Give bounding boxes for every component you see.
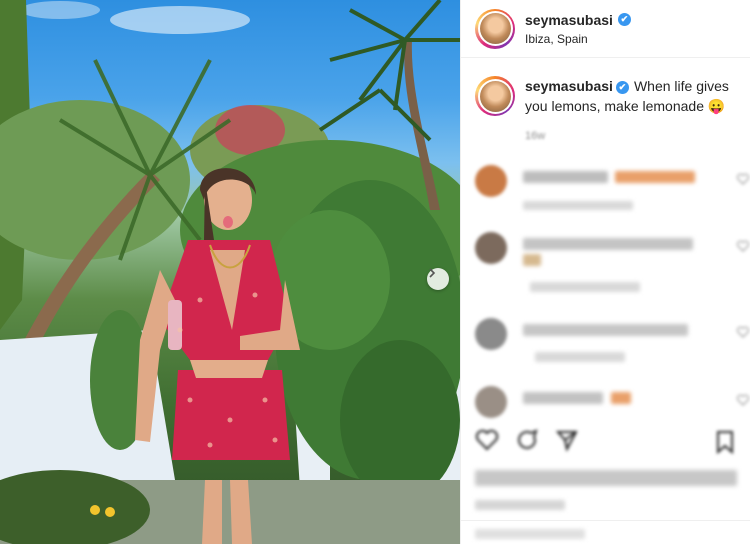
caption-username-link[interactable]: seymasubasi xyxy=(525,78,613,94)
heart-icon[interactable] xyxy=(737,326,749,338)
commenter-avatar[interactable] xyxy=(475,318,507,350)
post-header: seymasubasi ✔ Ibiza, Spain xyxy=(461,0,750,58)
photo-scene xyxy=(0,0,460,544)
comment-placeholder-blurred xyxy=(475,529,585,539)
comment-username-blurred[interactable] xyxy=(523,171,608,183)
caption: seymasubasi ✔ When life gives you lemons, … xyxy=(461,58,750,116)
comment-meta-blurred xyxy=(535,352,625,362)
add-comment-field[interactable] xyxy=(461,520,750,544)
verified-badge-icon: ✔ xyxy=(617,13,631,26)
comment-text-blurred xyxy=(615,171,695,183)
carousel-next-button[interactable] xyxy=(427,268,449,290)
post-actions xyxy=(475,428,579,452)
avatar[interactable] xyxy=(475,8,515,49)
comment-item xyxy=(475,318,750,368)
caption-time: 16w xyxy=(525,130,546,142)
commenter-avatar[interactable] xyxy=(475,165,507,197)
post-side-panel: seymasubasi ✔ Ibiza, Spain seymasubasi ✔ W… xyxy=(460,0,750,544)
heart-icon[interactable] xyxy=(737,173,749,185)
comment-item xyxy=(475,165,750,215)
commenter-avatar[interactable] xyxy=(475,386,507,418)
heart-icon[interactable] xyxy=(737,394,749,406)
comment-text-blurred xyxy=(523,392,603,404)
comment-emoji-blurred xyxy=(523,254,541,266)
comment-text-blurred xyxy=(523,324,688,336)
bookmark-icon[interactable] xyxy=(715,430,735,454)
comment-item xyxy=(475,232,750,302)
comment-meta-blurred xyxy=(523,201,633,210)
profile-photo xyxy=(479,80,511,112)
caption-avatar[interactable] xyxy=(475,76,515,116)
share-icon[interactable] xyxy=(555,428,579,452)
location-link[interactable]: Ibiza, Spain xyxy=(525,32,631,46)
comment-emoji-blurred xyxy=(611,392,631,404)
commenter-avatar[interactable] xyxy=(475,232,507,264)
verified-badge-icon: ✔ xyxy=(615,81,629,94)
post-date-blurred xyxy=(475,500,565,510)
heart-icon[interactable] xyxy=(737,240,749,252)
comment-item xyxy=(475,386,750,422)
post-photo[interactable] xyxy=(0,0,460,544)
comment-meta-blurred xyxy=(530,282,640,292)
comment-text-blurred xyxy=(523,238,693,250)
chevron-right-icon xyxy=(429,268,436,278)
likes-count-blurred[interactable] xyxy=(475,470,737,486)
like-heart-icon[interactable] xyxy=(475,428,499,452)
profile-photo xyxy=(479,13,511,44)
username-link[interactable]: seymasubasi xyxy=(525,12,613,28)
comment-bubble-icon[interactable] xyxy=(515,428,539,452)
